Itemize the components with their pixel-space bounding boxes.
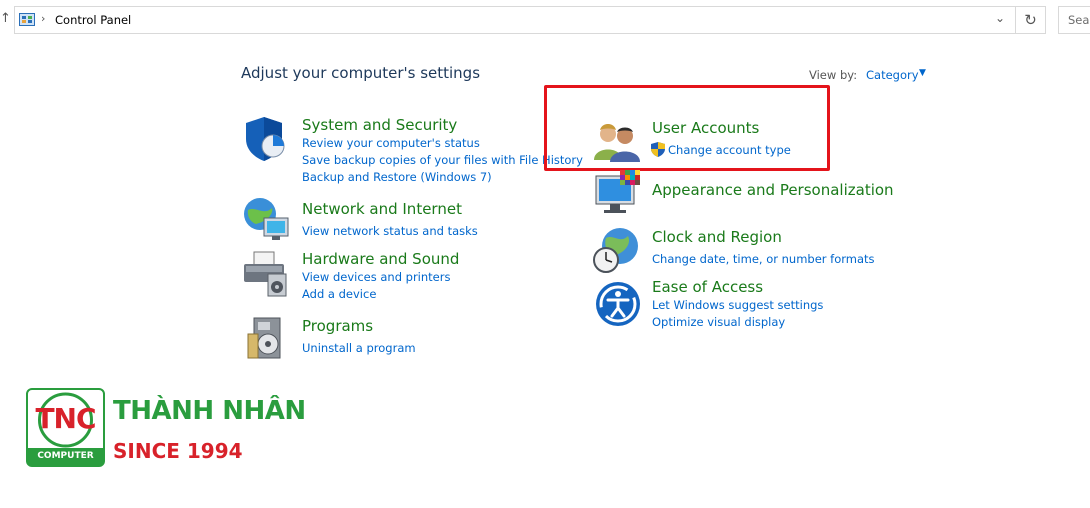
programs-title[interactable]: Programs <box>302 317 373 335</box>
clock-globe-icon[interactable] <box>592 226 640 274</box>
logo-subtext: COMPUTER <box>28 448 103 465</box>
search-placeholder: Sear <box>1068 13 1090 27</box>
hardware-sound-title[interactable]: Hardware and Sound <box>302 250 459 268</box>
printer-icon[interactable] <box>242 250 290 298</box>
refresh-button[interactable]: ↻ <box>1016 6 1046 34</box>
tnc-logo: TNC COMPUTER <box>26 388 105 467</box>
date-time-formats-link[interactable]: Change date, time, or number formats <box>652 252 875 266</box>
add-device-link[interactable]: Add a device <box>302 287 376 301</box>
view-by-dropdown[interactable]: Category <box>866 68 919 82</box>
control-panel-icon <box>19 13 35 26</box>
highlight-box <box>544 85 830 171</box>
ease-of-access-title[interactable]: Ease of Access <box>652 278 763 296</box>
appearance-monitor-icon[interactable] <box>594 170 642 218</box>
ease-of-access-icon[interactable] <box>594 280 642 328</box>
shield-icon[interactable] <box>242 115 290 163</box>
network-internet-title[interactable]: Network and Internet <box>302 200 462 218</box>
devices-printers-link[interactable]: View devices and printers <box>302 270 450 284</box>
brand-since: SINCE 1994 <box>113 439 243 463</box>
brand-name: THÀNH NHÂN <box>113 396 306 426</box>
backup-restore-link[interactable]: Backup and Restore (Windows 7) <box>302 170 492 184</box>
search-input[interactable]: Sear <box>1058 6 1090 34</box>
clock-region-title[interactable]: Clock and Region <box>652 228 782 246</box>
review-status-link[interactable]: Review your computer's status <box>302 136 480 150</box>
refresh-icon: ↻ <box>1024 11 1037 29</box>
up-arrow-icon[interactable]: ↑ <box>0 10 11 28</box>
view-by-label: View by: <box>809 68 858 82</box>
address-bar[interactable]: › Control Panel ⌄ <box>14 6 1016 34</box>
programs-disc-icon[interactable] <box>246 316 294 364</box>
optimize-display-link[interactable]: Optimize visual display <box>652 315 785 329</box>
uninstall-program-link[interactable]: Uninstall a program <box>302 341 416 355</box>
suggest-settings-link[interactable]: Let Windows suggest settings <box>652 298 823 312</box>
network-status-link[interactable]: View network status and tasks <box>302 224 478 238</box>
caret-down-icon[interactable]: ▼ <box>919 68 926 78</box>
system-security-title[interactable]: System and Security <box>302 116 457 134</box>
logo-text: TNC <box>35 402 96 435</box>
address-dropdown-icon[interactable]: ⌄ <box>995 11 1005 25</box>
appearance-title[interactable]: Appearance and Personalization <box>652 181 894 199</box>
network-globe-icon[interactable] <box>242 196 290 244</box>
file-history-link[interactable]: Save backup copies of your files with Fi… <box>302 153 583 167</box>
breadcrumb-control-panel[interactable]: Control Panel <box>55 13 131 27</box>
page-title: Adjust your computer's settings <box>241 64 481 82</box>
breadcrumb-chevron-icon: › <box>41 12 46 25</box>
